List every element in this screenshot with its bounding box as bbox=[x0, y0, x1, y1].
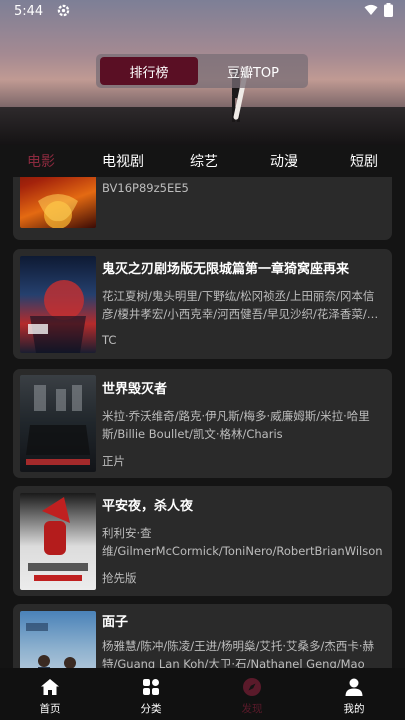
movie-info: 世界毁灭者 米拉·乔沃维奇/路克·伊凡斯/梅多·威廉姆斯/米拉·哈里斯/Bill… bbox=[102, 381, 386, 469]
nav-profile-label: 我的 bbox=[343, 703, 365, 715]
movie-info: 面子 杨雅慧/陈冲/陈凌/王进/杨明燊/艾托·艾桑多/杰西卡·赫特/Guang … bbox=[102, 614, 386, 668]
movie-title: 平安夜，杀人夜 bbox=[102, 499, 194, 514]
settings-status-icon bbox=[57, 4, 70, 20]
movie-card[interactable]: 面子 杨雅慧/陈冲/陈凌/王进/杨明燊/艾托·艾桑多/杰西卡·赫特/Guang … bbox=[13, 604, 392, 668]
douban-top-tab[interactable]: 豆瓣TOP bbox=[198, 57, 308, 85]
user-icon bbox=[345, 678, 363, 696]
battery-icon bbox=[384, 3, 393, 17]
movie-title: 世界毁灭者 bbox=[102, 382, 168, 397]
movie-title: 鬼灭之刃剧场版无限城篇第一章猗窝座再来 bbox=[102, 262, 350, 277]
movie-title: 面子 bbox=[102, 615, 129, 630]
hero-rocks bbox=[0, 107, 405, 145]
grid-icon bbox=[143, 679, 159, 695]
ranking-toggle: 排行榜 豆瓣TOP bbox=[96, 54, 308, 88]
movie-tag: 抢先版 bbox=[102, 571, 137, 585]
movie-cast: 米拉·乔沃维奇/路克·伊凡斯/梅多·威廉姆斯/米拉·哈里斯/Billie Bou… bbox=[102, 409, 370, 441]
tab-movies[interactable]: 电影 bbox=[27, 151, 55, 171]
nav-home[interactable]: 首页 bbox=[10, 668, 90, 720]
ranking-tab[interactable]: 排行榜 bbox=[100, 57, 198, 85]
movie-tag: TC bbox=[102, 333, 117, 347]
nav-home-label: 首页 bbox=[39, 703, 61, 715]
nav-discover-label: 发现 bbox=[241, 703, 263, 715]
nav-category[interactable]: 分类 bbox=[111, 668, 191, 720]
movie-poster bbox=[20, 375, 96, 472]
movie-card[interactable]: 平安夜，杀人夜 利利安·查维/GilmerMcCormick/ToniNero/… bbox=[13, 486, 392, 596]
bottom-nav: 首页 分类 发现 我的 bbox=[0, 668, 405, 720]
status-time: 5:44 bbox=[14, 4, 44, 19]
tab-tv-series[interactable]: 电视剧 bbox=[102, 151, 144, 171]
movie-poster bbox=[20, 256, 96, 353]
movie-card[interactable]: BV16P89z5EE5 bbox=[13, 177, 392, 240]
home-icon bbox=[41, 679, 59, 695]
nav-profile[interactable]: 我的 bbox=[314, 668, 394, 720]
movie-poster bbox=[20, 493, 96, 590]
movie-list: BV16P89z5EE5 鬼灭之刃剧场版无限城篇第一章猗窝座再来 花江夏树/鬼头… bbox=[0, 177, 405, 668]
movie-info: 鬼灭之刃剧场版无限城篇第一章猗窝座再来 花江夏树/鬼头明里/下野纮/松冈祯丞/上… bbox=[102, 261, 386, 347]
movie-tag: BV16P89z5EE5 bbox=[102, 181, 189, 195]
category-tabs: 电影 电视剧 综艺 动漫 短剧 bbox=[0, 145, 405, 177]
movie-info: BV16P89z5EE5 bbox=[102, 181, 386, 195]
nav-discover[interactable]: 发现 bbox=[212, 668, 292, 720]
wifi-icon bbox=[364, 4, 378, 15]
movie-card[interactable]: 世界毁灭者 米拉·乔沃维奇/路克·伊凡斯/梅多·威廉姆斯/米拉·哈里斯/Bill… bbox=[13, 369, 392, 478]
movie-poster bbox=[20, 177, 96, 228]
status-bar: 5:44 bbox=[0, 0, 405, 24]
tab-anime[interactable]: 动漫 bbox=[270, 151, 298, 171]
movie-info: 平安夜，杀人夜 利利安·查维/GilmerMcCormick/ToniNero/… bbox=[102, 498, 386, 586]
movie-poster bbox=[20, 611, 96, 668]
movie-cast: 利利安·查维/GilmerMcCormick/ToniNero/RobertBr… bbox=[102, 526, 383, 558]
tab-short-drama[interactable]: 短剧 bbox=[350, 151, 378, 171]
compass-icon bbox=[243, 678, 261, 696]
tab-variety[interactable]: 综艺 bbox=[190, 151, 218, 171]
hero-banner: 5:44 排行榜 豆瓣TOP bbox=[0, 0, 405, 145]
movie-cast: 花江夏树/鬼头明里/下野纮/松冈祯丞/上田丽奈/冈本信彦/榎井孝宏/小西克幸/河… bbox=[102, 289, 379, 321]
movie-card[interactable]: 鬼灭之刃剧场版无限城篇第一章猗窝座再来 花江夏树/鬼头明里/下野纮/松冈祯丞/上… bbox=[13, 249, 392, 359]
movie-tag: 正片 bbox=[102, 454, 125, 468]
movie-cast: 杨雅慧/陈冲/陈凌/王进/杨明燊/艾托·艾桑多/杰西卡·赫特/Guang Lan… bbox=[102, 639, 375, 668]
nav-category-label: 分类 bbox=[140, 703, 162, 715]
